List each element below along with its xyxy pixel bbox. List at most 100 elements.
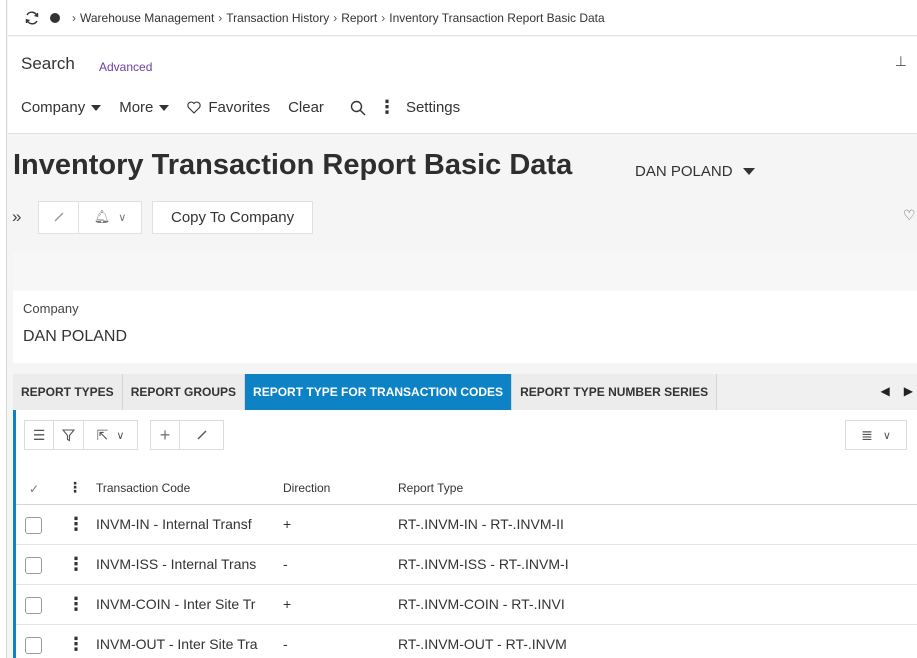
chevron-right-icon: ›: [72, 10, 76, 25]
filter-icon: [62, 428, 75, 441]
advanced-search-link[interactable]: Advanced: [99, 60, 152, 74]
chevron-right-icon: ›: [381, 10, 386, 25]
cell-report-type: RT-.INVM-IN - RT-.INVM-II: [398, 516, 564, 532]
refresh-icon[interactable]: [24, 10, 40, 26]
page-title: Inventory Transaction Report Basic Data: [13, 149, 573, 181]
favorites-label: Favorites: [208, 99, 271, 116]
chevron-right-icon: ›: [333, 10, 338, 25]
column-settings-button[interactable]: ≣ ∨: [845, 420, 907, 450]
tab-bar: REPORT TYPES REPORT GROUPS REPORT TYPE F…: [13, 374, 917, 410]
copy-to-company-button[interactable]: Copy To Company: [152, 200, 314, 234]
tab-report-types[interactable]: REPORT TYPES: [13, 374, 123, 410]
chevron-down-icon: ∨: [116, 429, 125, 442]
favorite-heart-icon[interactable]: ♡: [903, 207, 916, 224]
company-menu-label: Company: [21, 99, 86, 116]
row-menu-kebab-icon[interactable]: ⋮: [67, 634, 85, 655]
search-panel: Search Advanced ⊥ Company More Favorites…: [8, 37, 917, 134]
cell-transaction-code: INVM-ISS - Internal Trans: [96, 556, 257, 572]
tab-report-type-for-transaction-codes[interactable]: REPORT TYPE FOR TRANSACTION CODES: [245, 374, 513, 410]
favorites-menu[interactable]: Favorites: [187, 99, 270, 116]
edit-button[interactable]: [38, 200, 78, 234]
cell-transaction-code: INVM-OUT - Inter Site Tra: [96, 636, 258, 652]
row-checkbox[interactable]: [25, 637, 42, 654]
add-row-button[interactable]: +: [150, 420, 180, 450]
edit-row-button[interactable]: [180, 420, 224, 450]
grid-toolbar: ☰ ⇱ ∨ +: [24, 420, 224, 450]
cell-report-type: RT-.INVM-COIN - RT-.INVI: [398, 596, 565, 612]
notifications-menu-button[interactable]: 🔔︎ ∨: [78, 200, 142, 234]
record-toolbar: » 🔔︎ ∨ Copy To Company: [8, 199, 314, 235]
breadcrumb: › Warehouse Management › Transaction His…: [8, 0, 917, 36]
clear-button[interactable]: Clear: [288, 99, 324, 116]
columns-icon: ≣: [861, 426, 873, 443]
search-title: Search: [21, 54, 75, 73]
cell-transaction-code: INVM-IN - Internal Transf: [96, 516, 252, 532]
company-card: Company DAN POLAND: [13, 253, 917, 363]
bell-icon: 🔔︎: [93, 209, 111, 224]
column-header-transaction-code[interactable]: Transaction Code: [96, 481, 190, 495]
scroll-right-icon[interactable]: ▶: [904, 384, 913, 398]
kebab-icon[interactable]: ⋮: [68, 479, 82, 496]
row-menu-kebab-icon[interactable]: ⋮: [67, 594, 85, 615]
pencil-icon: [197, 430, 206, 440]
breadcrumb-item[interactable]: Warehouse Management: [80, 11, 214, 25]
table-row[interactable]: ⋮ INVM-ISS - Internal Trans - RT-.INVM-I…: [16, 545, 917, 585]
cell-report-type: RT-.INVM-OUT - RT-.INVM: [398, 636, 567, 652]
row-checkbox[interactable]: [25, 517, 42, 534]
company-menu[interactable]: Company: [21, 99, 102, 116]
heart-icon: [187, 101, 202, 114]
scroll-left-icon[interactable]: ◀: [881, 384, 890, 398]
company-field-value: DAN POLAND: [23, 328, 128, 345]
cell-direction: -: [283, 556, 288, 572]
list-view-button[interactable]: ☰: [24, 420, 54, 450]
table-row[interactable]: ⋮ INVM-IN - Internal Transf + RT-.INVM-I…: [16, 505, 917, 545]
left-rail: [0, 0, 7, 658]
search-icon: [350, 100, 366, 115]
search-button[interactable]: [350, 100, 366, 116]
kebab-icon: ⋮: [377, 97, 396, 117]
cell-transaction-code: INVM-COIN - Inter Site Tr: [96, 596, 256, 612]
cell-direction: +: [283, 516, 292, 532]
table-row[interactable]: ⋮ INVM-COIN - Inter Site Tr + RT-.INVM-C…: [16, 585, 917, 625]
more-menu-label: More: [119, 99, 154, 116]
caret-down-icon: [159, 104, 170, 111]
breadcrumb-item-current: Inventory Transaction Report Basic Data: [389, 10, 605, 25]
row-menu-kebab-icon[interactable]: ⋮: [67, 514, 85, 535]
settings-label: Settings: [405, 99, 461, 116]
company-field-label: Company: [23, 301, 79, 316]
row-checkbox[interactable]: [25, 597, 42, 614]
company-selector-label: DAN POLAND: [635, 163, 733, 180]
data-grid: ☰ ⇱ ∨ + ≣ ∨ ✓ ⋮ Transaction Code Directi…: [13, 410, 917, 658]
clear-label: Clear: [288, 99, 324, 116]
column-header-direction[interactable]: Direction: [283, 481, 330, 495]
plus-icon: +: [159, 424, 171, 445]
tab-report-type-number-series[interactable]: REPORT TYPE NUMBER SERIES: [512, 374, 718, 410]
chevron-down-icon: ∨: [882, 429, 891, 442]
search-menu: Company More Favorites Clear ⋮ Settings: [21, 97, 478, 118]
tab-scroll-arrows: ◀ ▶: [881, 384, 913, 398]
cell-direction: +: [283, 596, 292, 612]
settings-button[interactable]: ⋮ Settings: [378, 97, 460, 118]
filter-button[interactable]: [54, 420, 84, 450]
pin-icon[interactable]: ⊥: [895, 53, 907, 70]
export-icon: ⇱: [96, 426, 109, 443]
cell-report-type: RT-.INVM-ISS - RT-.INVM-I: [398, 556, 569, 572]
caret-down-icon: [91, 104, 102, 111]
table-row[interactable]: ⋮ INVM-OUT - Inter Site Tra - RT-.INVM-O…: [16, 625, 917, 658]
tab-report-groups[interactable]: REPORT GROUPS: [122, 374, 246, 410]
column-header-report-type[interactable]: Report Type: [398, 481, 463, 495]
breadcrumb-item[interactable]: Transaction History: [226, 11, 329, 25]
company-selector[interactable]: DAN POLAND: [635, 163, 755, 180]
more-menu[interactable]: More: [119, 99, 170, 116]
chevron-right-icon: ›: [218, 10, 223, 25]
row-menu-kebab-icon[interactable]: ⋮: [67, 554, 85, 575]
row-checkbox[interactable]: [25, 557, 42, 574]
pencil-icon: [54, 212, 63, 222]
card-header-band: [13, 253, 917, 291]
cell-direction: -: [283, 636, 288, 652]
export-menu-button[interactable]: ⇱ ∨: [84, 420, 138, 450]
select-all-checkmark-icon[interactable]: ✓: [29, 482, 39, 496]
status-dot-icon: [50, 12, 60, 23]
breadcrumb-item[interactable]: Report: [341, 11, 377, 25]
double-chevron-icon[interactable]: »: [8, 207, 38, 227]
